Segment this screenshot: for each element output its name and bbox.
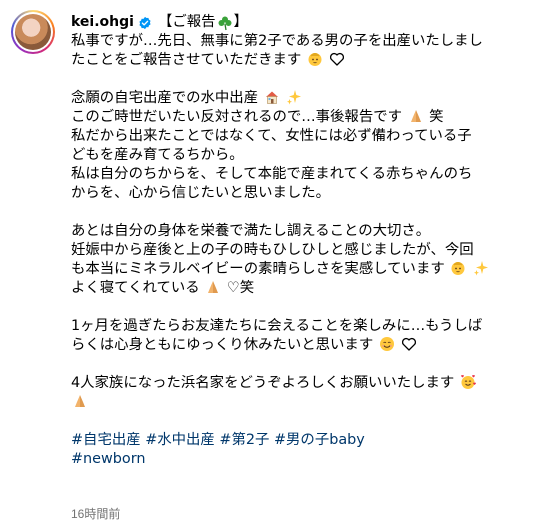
baby-emoji	[308, 53, 322, 66]
praying-hands-emoji	[208, 281, 219, 293]
sparkles-emoji	[473, 261, 488, 276]
caption-line: よく寝てくれている	[71, 280, 200, 296]
caption-line: 妊娠中から産後と上の子の時もひしひしと感じましたが、今回	[71, 242, 474, 258]
caption-line: も本当にミネラルベイビーの素晴らしさを実感しています	[71, 261, 445, 277]
caption-line: 笑	[429, 109, 444, 125]
caption-line: ♡笑	[226, 280, 255, 296]
post-caption: kei.ohgi 【ご報告 】 私事ですが…先日、無事に第2子である男の子を出産…	[71, 13, 531, 469]
avatar-photo	[15, 14, 51, 50]
baby-emoji	[451, 262, 465, 275]
hashtags: #自宅出産 #水中出産 #第2子 #男の子baby #newborn	[71, 431, 531, 469]
house-emoji	[265, 91, 278, 104]
avatar[interactable]	[11, 10, 55, 54]
verified-badge-icon	[139, 16, 151, 29]
smiling-face-emoji	[379, 337, 394, 351]
praying-hands-emoji	[410, 110, 421, 122]
caption-title-end: 】	[233, 14, 248, 30]
caption-line: 1ヶ月を過ぎたらお友達たちに会えることを楽しみに…もうしば	[71, 318, 483, 334]
caption-header: kei.ohgi 【ご報告 】	[71, 13, 531, 32]
hashtag-link[interactable]: #自宅出産	[71, 432, 141, 448]
hashtag-link[interactable]: #男の子baby	[274, 432, 365, 448]
caption-line: 私は自分のちからを、そして本能で産まれてくる赤ちゃんのち	[71, 166, 473, 182]
shamrock-emoji	[218, 16, 232, 30]
post-timestamp[interactable]: 16時間前	[71, 505, 120, 522]
caption-line: あとは自分の身体を栄養で満たし調えることの大切さ。	[71, 223, 431, 239]
heart-emoji	[402, 337, 417, 351]
caption-line: どもを産み育てるちから。	[71, 147, 244, 163]
caption-title: 【ご報告	[157, 14, 216, 30]
hashtag-link[interactable]: #第2子	[219, 432, 269, 448]
heart-emoji	[330, 52, 345, 66]
sparkles-emoji	[287, 90, 302, 105]
hashtag-link[interactable]: #水中出産	[145, 432, 215, 448]
caption-line: らくは心身ともにゆっくり休みたいと思います	[71, 337, 374, 353]
caption-line: 4人家族になった浜名家をどうぞよろしくお願いいたします	[71, 375, 455, 391]
praying-hands-emoji	[75, 395, 85, 407]
caption-line: たことをご報告させていただきます	[71, 52, 302, 68]
caption-line: からを、心から信じたいと思いました。	[71, 185, 331, 201]
hashtag-link[interactable]: #newborn	[71, 451, 146, 467]
caption-line: 私だから出来たことではなくて、女性には必ず備わっている子	[71, 128, 472, 144]
smiling-face-hearts-emoji	[461, 375, 476, 389]
username-link[interactable]: kei.ohgi	[71, 13, 134, 32]
caption-line: 念願の自宅出産での水中出産	[71, 90, 259, 106]
caption-line: 私事ですが…先日、無事に第2子である男の子を出産いたしまし	[71, 33, 483, 49]
caption-line: このご時世だいたい反対されるので…事後報告です	[71, 109, 402, 125]
